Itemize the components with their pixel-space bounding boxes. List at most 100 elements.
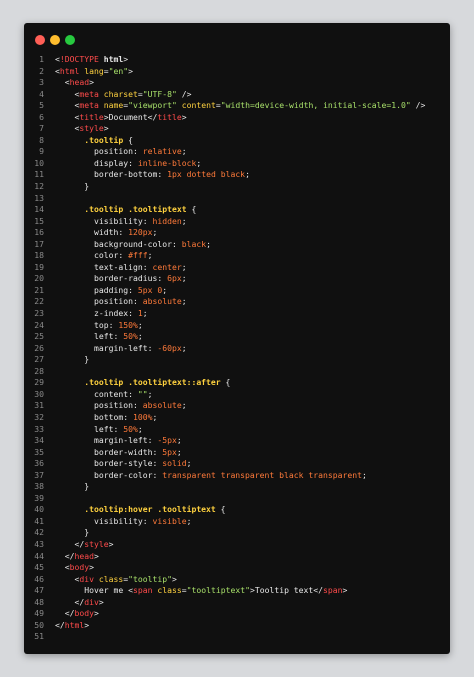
code-token-t: :: [128, 308, 138, 319]
code-line: 19 text-align: center;: [24, 262, 450, 274]
code-token-attr: content: [181, 100, 216, 111]
code-token-value: visible: [152, 515, 187, 526]
code-text: position: absolute;: [55, 400, 450, 412]
code-line: 35 border-width: 5px;: [24, 447, 450, 459]
code-token-value: center: [152, 261, 182, 272]
code-line: 43 </style>: [24, 539, 450, 551]
code-line: 7 <style>: [24, 123, 450, 135]
code-token-value: absolute: [142, 296, 182, 307]
code-line: 22 position: absolute;: [24, 296, 450, 308]
code-line: 16 width: 120px;: [24, 227, 450, 239]
code-text: }: [55, 181, 450, 193]
code-token-value: hidden: [152, 215, 182, 226]
code-text: visibility: hidden;: [55, 216, 450, 228]
code-token-tag: body: [69, 562, 90, 573]
code-token-t: >: [84, 619, 90, 630]
code-token-t: >: [181, 111, 187, 122]
line-number: 49: [34, 608, 44, 619]
code-token-t: :: [108, 319, 119, 330]
zoom-window-button[interactable]: [65, 35, 75, 45]
code-token-t: :: [123, 411, 133, 422]
line-number: 41: [34, 515, 44, 526]
code-line: 10 display: inline-block;: [24, 158, 450, 170]
code-text: border-width: 5px;: [55, 447, 450, 459]
code-token-t: :: [113, 331, 124, 342]
code-token-t: {: [186, 204, 197, 215]
code-token-value: 150%: [118, 319, 138, 330]
code-token-tag: head: [74, 550, 95, 561]
line-number: 5: [39, 100, 44, 111]
code-line: 30 content: "";: [24, 389, 450, 401]
line-number: 31: [34, 400, 44, 411]
code-text: text-align: center;: [55, 262, 450, 274]
line-number: 46: [34, 573, 44, 584]
code-token-property: bottom: [55, 411, 124, 422]
code-line: 26 margin-left: -60px;: [24, 343, 450, 355]
code-text: }: [55, 481, 450, 493]
code-token-tag: body: [74, 608, 95, 619]
code-token-property: padding: [55, 284, 129, 295]
code-token-t: Hover me <: [55, 585, 133, 596]
code-line: 23 z-index: 1;: [24, 308, 450, 320]
line-number: 4: [39, 88, 44, 99]
code-token-t: <: [55, 77, 70, 88]
code-text: padding: 5px 0;: [55, 285, 450, 297]
code-token-t: {: [123, 134, 133, 145]
code-line: 12 }: [24, 181, 450, 193]
line-number: 33: [34, 423, 44, 434]
line-number: 47: [34, 585, 44, 596]
line-number: 45: [34, 562, 44, 573]
line-number: 21: [34, 284, 44, 295]
code-token-value: transparent transparent black transparen…: [162, 469, 363, 480]
line-number: 10: [34, 157, 44, 168]
line-number: 40: [34, 504, 44, 515]
code-token-property: left: [55, 331, 114, 342]
code-token-value: 120px: [128, 227, 153, 238]
code-line: 51: [24, 631, 450, 643]
code-line: 33 left: 50%;: [24, 424, 450, 436]
code-token-value: 50%: [123, 331, 138, 342]
code-text: </head>: [55, 551, 450, 563]
code-text: .tooltip .tooltiptext::after {: [55, 377, 450, 389]
code-token-property: text-align: [55, 261, 143, 272]
line-number: 42: [34, 527, 44, 538]
code-token-t: ;: [186, 458, 192, 469]
code-token-value: 5px: [162, 446, 177, 457]
code-token-t: ;: [162, 284, 168, 295]
code-token-t: }: [55, 354, 90, 365]
code-token-t: :: [132, 296, 143, 307]
close-window-button[interactable]: [35, 35, 45, 45]
minimize-window-button[interactable]: [50, 35, 60, 45]
code-text: position: absolute;: [55, 296, 450, 308]
code-line: 39: [24, 493, 450, 505]
code-line: 1 <!DOCTYPE html>: [24, 54, 450, 66]
code-line: 2 <html lang="en">: [24, 66, 450, 78]
code-token-t: </: [55, 608, 75, 619]
code-token-t: ;: [181, 400, 187, 411]
code-line: 4 <meta charset="UTF-8" />: [24, 89, 450, 101]
code-line: 32 bottom: 100%;: [24, 412, 450, 424]
code-text: .tooltip {: [55, 135, 450, 147]
code-token-t: />: [176, 88, 192, 99]
line-number: 29: [34, 377, 44, 388]
code-token-t: >: [128, 65, 133, 76]
code-text: position: relative;: [55, 146, 450, 158]
code-line: 24 top: 150%;: [24, 320, 450, 332]
line-number: 16: [34, 227, 44, 238]
code-line: 27 }: [24, 354, 450, 366]
code-line: 14 .tooltip .tooltiptext {: [24, 204, 450, 216]
code-token-t: >: [94, 608, 99, 619]
code-token-selector: .tooltip .tooltiptext: [55, 204, 187, 215]
code-token-t: :: [118, 227, 129, 238]
code-token-t: {: [220, 377, 231, 388]
code-token-t: <: [55, 88, 80, 99]
line-number: 11: [34, 169, 44, 180]
code-token-string: "": [137, 388, 148, 399]
code-token-property: width: [55, 227, 119, 238]
code-token-t: :: [113, 423, 124, 434]
code-token-t: :: [118, 250, 129, 261]
line-number: 17: [34, 238, 44, 249]
code-token-attr: class: [157, 585, 182, 596]
line-number: 28: [34, 365, 44, 376]
code-token-t: />: [410, 100, 426, 111]
